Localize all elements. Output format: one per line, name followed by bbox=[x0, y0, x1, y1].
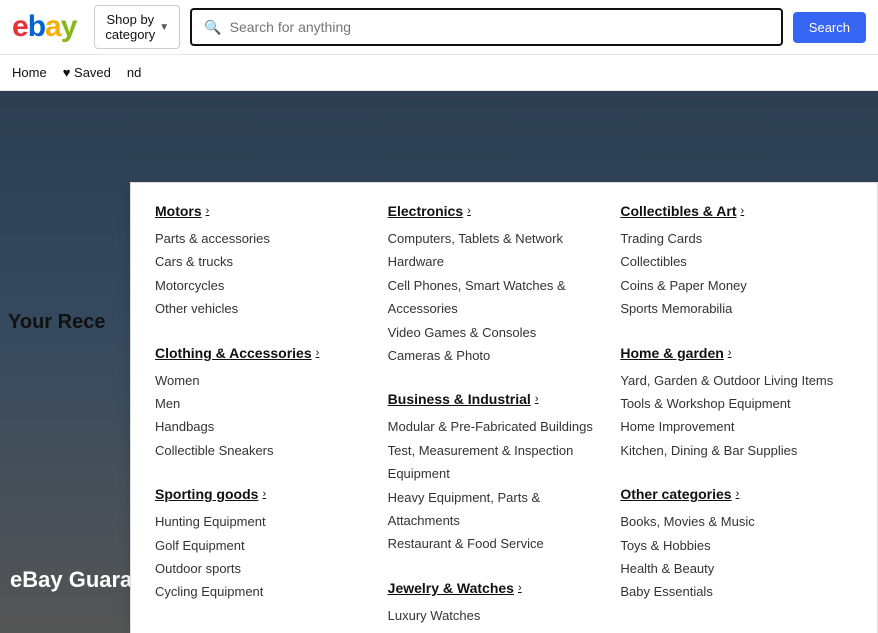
other-title[interactable]: Other categories › bbox=[620, 486, 837, 502]
home-item-3[interactable]: Home Improvement bbox=[620, 415, 837, 438]
collectibles-item-2[interactable]: Collectibles bbox=[620, 250, 837, 273]
other-item-2[interactable]: Toys & Hobbies bbox=[620, 534, 837, 557]
dropdown-col-1: Motors › Parts & accessories Cars & truc… bbox=[155, 203, 388, 633]
nav-home[interactable]: Home bbox=[12, 65, 47, 80]
other-item-1[interactable]: Books, Movies & Music bbox=[620, 510, 837, 533]
nav-other[interactable]: nd bbox=[127, 65, 141, 80]
business-item-1[interactable]: Modular & Pre-Fabricated Buildings bbox=[388, 415, 605, 438]
collectibles-arrow: › bbox=[741, 205, 745, 217]
jewelry-item-2[interactable]: Wristwatches bbox=[388, 627, 605, 633]
electronics-arrow: › bbox=[467, 205, 471, 217]
clothing-item-3[interactable]: Handbags bbox=[155, 415, 372, 438]
ebay-logo[interactable]: ebay bbox=[12, 10, 76, 44]
motors-item-4[interactable]: Other vehicles bbox=[155, 297, 372, 320]
search-bar: 🔍 bbox=[190, 8, 783, 46]
business-arrow: › bbox=[535, 393, 539, 405]
section-motors: Motors › Parts & accessories Cars & truc… bbox=[155, 203, 372, 321]
home-arrow: › bbox=[728, 347, 732, 359]
dropdown-col-2: Electronics › Computers, Tablets & Netwo… bbox=[388, 203, 621, 633]
electronics-title[interactable]: Electronics › bbox=[388, 203, 605, 219]
sporting-arrow: › bbox=[262, 488, 266, 500]
collectibles-item-1[interactable]: Trading Cards bbox=[620, 227, 837, 250]
jewelry-title[interactable]: Jewelry & Watches › bbox=[388, 580, 605, 596]
electronics-item-4[interactable]: Cameras & Photo bbox=[388, 344, 605, 367]
business-item-2[interactable]: Test, Measurement & Inspection Equipment bbox=[388, 439, 605, 486]
jewelry-arrow: › bbox=[518, 582, 522, 594]
business-item-3[interactable]: Heavy Equipment, Parts & Attachments bbox=[388, 486, 605, 533]
other-item-3[interactable]: Health & Beauty bbox=[620, 557, 837, 580]
electronics-item-2[interactable]: Cell Phones, Smart Watches & Accessories bbox=[388, 274, 605, 321]
shop-by-button[interactable]: Shop bycategory ▼ bbox=[94, 5, 180, 49]
chevron-down-icon: ▼ bbox=[159, 22, 169, 33]
nav-saved[interactable]: ♥ Saved bbox=[63, 65, 111, 80]
recent-text: Your Rece bbox=[8, 311, 105, 334]
business-item-4[interactable]: Restaurant & Food Service bbox=[388, 532, 605, 555]
shop-by-label: Shop bycategory bbox=[105, 12, 155, 42]
clothing-item-2[interactable]: Men bbox=[155, 392, 372, 415]
jewelry-item-1[interactable]: Luxury Watches bbox=[388, 604, 605, 627]
clothing-item-1[interactable]: Women bbox=[155, 369, 372, 392]
home-item-2[interactable]: Tools & Workshop Equipment bbox=[620, 392, 837, 415]
electronics-item-1[interactable]: Computers, Tablets & Network Hardware bbox=[388, 227, 605, 274]
search-button[interactable]: Search bbox=[793, 12, 866, 43]
electronics-item-3[interactable]: Video Games & Consoles bbox=[388, 321, 605, 344]
clothing-title[interactable]: Clothing & Accessories › bbox=[155, 345, 372, 361]
section-electronics: Electronics › Computers, Tablets & Netwo… bbox=[388, 203, 605, 367]
section-clothing: Clothing & Accessories › Women Men Handb… bbox=[155, 345, 372, 463]
dropdown-col-3: Collectibles & Art › Trading Cards Colle… bbox=[620, 203, 853, 633]
clothing-arrow: › bbox=[316, 347, 320, 359]
home-item-1[interactable]: Yard, Garden & Outdoor Living Items bbox=[620, 369, 837, 392]
collectibles-item-4[interactable]: Sports Memorabilia bbox=[620, 297, 837, 320]
search-input[interactable] bbox=[230, 19, 769, 35]
section-collectibles: Collectibles & Art › Trading Cards Colle… bbox=[620, 203, 837, 321]
section-business: Business & Industrial › Modular & Pre-Fa… bbox=[388, 391, 605, 555]
business-title[interactable]: Business & Industrial › bbox=[388, 391, 605, 407]
sporting-item-1[interactable]: Hunting Equipment bbox=[155, 510, 372, 533]
motors-arrow: › bbox=[206, 205, 210, 217]
dropdown-main: Motors › Parts & accessories Cars & truc… bbox=[131, 183, 877, 633]
section-home: Home & garden › Yard, Garden & Outdoor L… bbox=[620, 345, 837, 463]
sporting-item-4[interactable]: Cycling Equipment bbox=[155, 580, 372, 603]
sporting-item-2[interactable]: Golf Equipment bbox=[155, 534, 372, 557]
motors-item-3[interactable]: Motorcycles bbox=[155, 274, 372, 297]
sporting-title[interactable]: Sporting goods › bbox=[155, 486, 372, 502]
category-dropdown: Motors › Parts & accessories Cars & truc… bbox=[130, 182, 878, 633]
section-sporting: Sporting goods › Hunting Equipment Golf … bbox=[155, 486, 372, 604]
search-icon: 🔍 bbox=[204, 19, 221, 36]
motors-item-1[interactable]: Parts & accessories bbox=[155, 227, 372, 250]
collectibles-title[interactable]: Collectibles & Art › bbox=[620, 203, 837, 219]
home-title[interactable]: Home & garden › bbox=[620, 345, 837, 361]
nav-bar: Home ♥ Saved nd bbox=[0, 55, 878, 91]
other-arrow: › bbox=[736, 488, 740, 500]
section-other: Other categories › Books, Movies & Music… bbox=[620, 486, 837, 604]
motors-title[interactable]: Motors › bbox=[155, 203, 372, 219]
home-item-4[interactable]: Kitchen, Dining & Bar Supplies bbox=[620, 439, 837, 462]
other-item-4[interactable]: Baby Essentials bbox=[620, 580, 837, 603]
guarantee-text: eBay Guara bbox=[0, 567, 132, 593]
sporting-item-3[interactable]: Outdoor sports bbox=[155, 557, 372, 580]
motors-item-2[interactable]: Cars & trucks bbox=[155, 250, 372, 273]
section-jewelry: Jewelry & Watches › Luxury Watches Wrist… bbox=[388, 580, 605, 633]
collectibles-item-3[interactable]: Coins & Paper Money bbox=[620, 274, 837, 297]
header: ebay Shop bycategory ▼ 🔍 Search bbox=[0, 0, 878, 55]
background-content: eBay Guara Your Rece Motors › Parts & ac… bbox=[0, 91, 878, 633]
clothing-item-4[interactable]: Collectible Sneakers bbox=[155, 439, 372, 462]
